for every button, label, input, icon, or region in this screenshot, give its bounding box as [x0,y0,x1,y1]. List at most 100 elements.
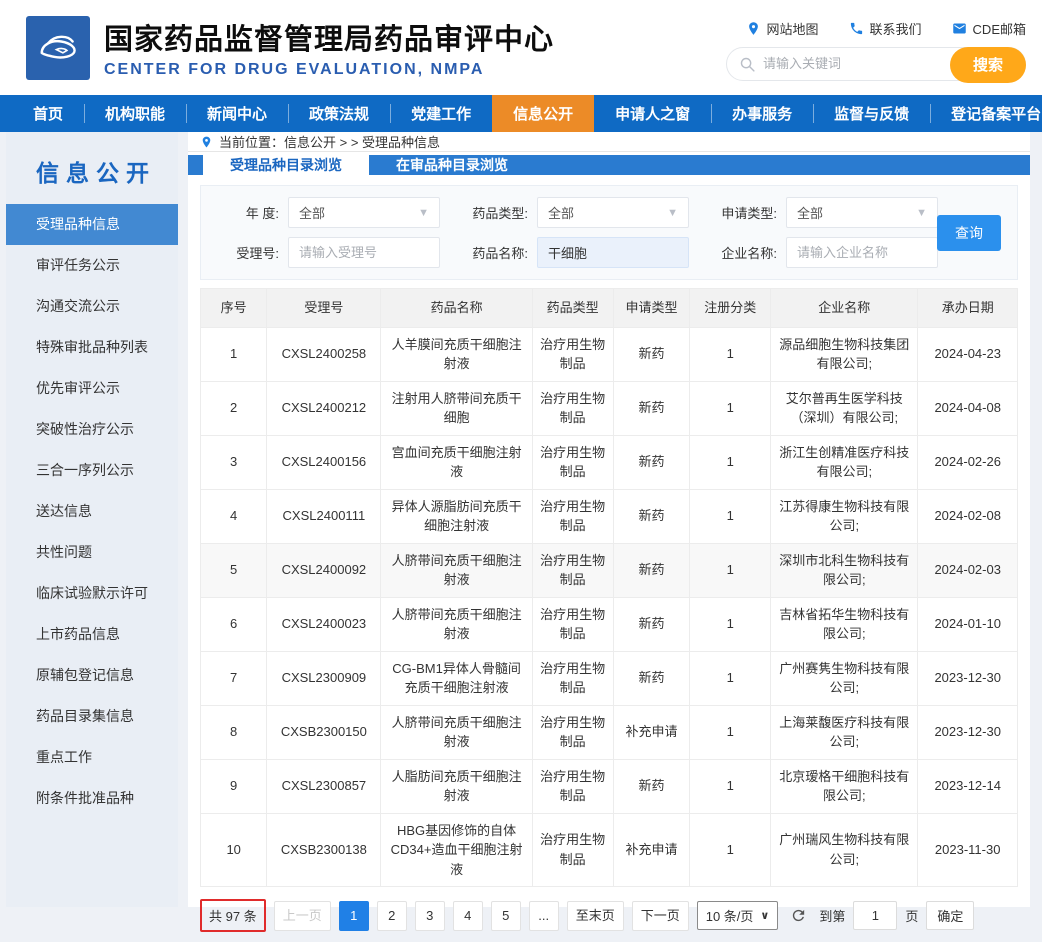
table-row: 5 CXSL2400092 人脐带间充质干细胞注射液 治疗用生物制品 新药 1 … [201,543,1018,597]
cell-index: 4 [201,489,267,543]
tab[interactable]: 受理品种目录浏览 [203,155,369,175]
confirm-button[interactable]: 确定 [926,901,974,930]
goto-page-input[interactable] [853,901,897,930]
main-content: 当前位置：信息公开 > > 受理品种信息 受理品种目录浏览 在审品种目录浏览 年… [188,132,1030,907]
sidebar-item[interactable]: 沟通交流公示 [6,286,178,327]
company-input[interactable] [786,237,938,268]
nav-item[interactable]: 新闻中心 [186,95,288,132]
drug-type-select[interactable]: 全部 ▼ [537,197,689,228]
sidebar-item-label: 送达信息 [36,503,92,519]
nav-item-label: 党建工作 [411,103,471,124]
nav-item-label: 政策法规 [309,103,369,124]
content-area: 年 度: 全部 ▼ 药品类型: 全部 ▼ 申请类 [188,175,1030,942]
breadcrumb-label: 当前位置：信息公开 > > 受理品种信息 [219,132,440,151]
page-body: 信息公开 受理品种信息 审评任务公示 沟通交流公示 特殊审批品种列表 [0,132,1042,907]
sidebar-item[interactable]: 药品目录集信息 [6,696,178,737]
cell-apply-type: 新药 [613,651,690,705]
last-page-button[interactable]: 至末页 [567,901,624,931]
cell-acceptance-no: CXSL2400156 [267,435,381,489]
filter-row-1: 年 度: 全部 ▼ 药品类型: 全部 ▼ 申请类 [213,197,1005,228]
nav-item[interactable]: 监督与反馈 [813,95,930,132]
cell-reg-class: 1 [690,813,771,887]
cell-date: 2024-04-23 [918,327,1018,381]
sidebar-item[interactable]: 临床试验默示许可 [6,573,178,614]
page-number-button[interactable]: 3 [415,901,445,931]
nav-item[interactable]: 机构职能 [84,95,186,132]
sidebar-item-label: 重点工作 [36,749,92,765]
breadcrumb: 当前位置：信息公开 > > 受理品种信息 [188,132,1030,152]
sidebar-item[interactable]: 特殊审批品种列表 [6,327,178,368]
sidebar-item[interactable]: 三合一序列公示 [6,450,178,491]
prev-page-button[interactable]: 上一页 [274,901,331,931]
sidebar-item[interactable]: 上市药品信息 [6,614,178,655]
quick-link[interactable]: 联系我们 [849,19,922,38]
nav-item-label: 机构职能 [105,103,165,124]
cell-index: 8 [201,705,267,759]
phone-icon [849,21,864,36]
quick-link[interactable]: CDE邮箱 [952,19,1026,38]
tab[interactable]: 在审品种目录浏览 [369,155,535,175]
refresh-icon [790,907,807,924]
site-search-input[interactable] [763,56,943,71]
refresh-button[interactable] [790,907,807,924]
sidebar-item[interactable]: 审评任务公示 [6,245,178,286]
sidebar-item[interactable]: 原辅包登记信息 [6,655,178,696]
quick-link-label: CDE邮箱 [973,19,1026,38]
query-button[interactable]: 查询 [937,215,1001,251]
apply-type-select[interactable]: 全部 ▼ [786,197,938,228]
drug-name-input[interactable] [537,237,689,268]
apply-type-field: 申请类型: 全部 ▼ [711,197,938,228]
site-subtitle: CENTER FOR DRUG EVALUATION, NMPA [104,61,726,79]
table-row: 9 CXSL2300857 人脂肪间充质干细胞注射液 治疗用生物制品 新药 1 … [201,759,1018,813]
sidebar-item-label: 药品目录集信息 [36,708,134,724]
column-header-drug-type: 药品类型 [532,289,613,328]
drug-type-label: 药品类型: [462,203,528,222]
drug-type-field: 药品类型: 全部 ▼ [462,197,689,228]
page-number-button[interactable]: 2 [377,901,407,931]
cell-drug-type: 治疗用生物制品 [532,327,613,381]
acceptance-no-input[interactable] [288,237,440,268]
sidebar-item[interactable]: 重点工作 [6,737,178,778]
site-search-button[interactable]: 搜索 [950,47,1026,83]
cell-date: 2023-12-14 [918,759,1018,813]
next-page-button[interactable]: 下一页 [632,901,689,931]
apply-type-label: 申请类型: [711,203,777,222]
nav-item[interactable]: 登记备案平台 [930,95,1042,132]
nav-item[interactable]: 政策法规 [288,95,390,132]
quick-link[interactable]: 网站地图 [746,19,819,38]
sidebar-item[interactable]: 优先审评公示 [6,368,178,409]
column-header-acceptance-no: 受理号 [267,289,381,328]
nav-item[interactable]: 党建工作 [390,95,492,132]
cell-acceptance-no: CXSL2400111 [267,489,381,543]
nav-item[interactable]: 申请人之窗 [594,95,711,132]
sidebar-item-label: 审评任务公示 [36,257,120,273]
cell-acceptance-no: CXSL2400258 [267,327,381,381]
sidebar-item[interactable]: 送达信息 [6,491,178,532]
page-number-button[interactable]: 5 [491,901,521,931]
cell-date: 2024-04-08 [918,381,1018,435]
nav-item[interactable]: 办事服务 [711,95,813,132]
cell-company: 浙江生创精准医疗科技有限公司; [771,435,918,489]
cell-reg-class: 1 [690,435,771,489]
cell-drug-name: 注射用人脐带间充质干细胞 [381,381,532,435]
page-size-select[interactable]: 10 条/页 ∨ [697,901,779,930]
cell-company: 广州赛隽生物科技有限公司; [771,651,918,705]
table-header: 序号 受理号 药品名称 药品类型 申请类型 注册分类 企业名称 承办日期 [201,289,1018,328]
pagination: 共 97 条 上一页 1 2 3 4 5 ... 至末页 [200,899,1018,932]
nav-item[interactable]: 信息公开 [492,95,594,132]
nav-item[interactable]: 首页 [12,95,84,132]
year-select[interactable]: 全部 ▼ [288,197,440,228]
cell-acceptance-no: CXSL2300857 [267,759,381,813]
page-number-button[interactable]: 1 [339,901,369,931]
page-number-button[interactable]: 4 [453,901,483,931]
sidebar-item[interactable]: 附条件批准品种 [6,778,178,819]
total-count-highlighted: 共 97 条 [200,899,266,932]
sidebar-item[interactable]: 受理品种信息 [6,204,178,245]
ellipsis-page-button[interactable]: ... [529,901,559,931]
table-row: 8 CXSB2300150 人脐带间充质干细胞注射液 治疗用生物制品 补充申请 … [201,705,1018,759]
site-titles: 国家药品监督管理局药品审评中心 CENTER FOR DRUG EVALUATI… [104,16,726,79]
sidebar-item[interactable]: 突破性治疗公示 [6,409,178,450]
sidebar-item-label: 上市药品信息 [36,626,120,642]
sidebar-item[interactable]: 共性问题 [6,532,178,573]
cell-company: 吉林省拓华生物科技有限公司; [771,597,918,651]
